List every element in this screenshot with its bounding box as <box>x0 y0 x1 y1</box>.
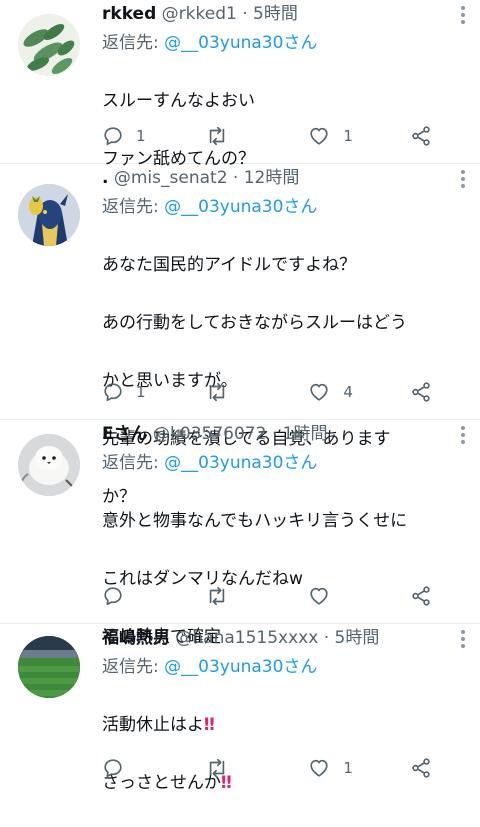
retweet-button[interactable] <box>205 122 277 150</box>
mention-link[interactable]: @__03yuna30さん <box>164 197 317 217</box>
separator: · <box>242 4 248 24</box>
reply-button[interactable]: 1 <box>102 122 174 150</box>
tweet-header: Eさん @k03576072 · 1時間 <box>102 422 462 446</box>
retweet-icon <box>209 586 224 606</box>
reply-prefix: 返信先: <box>102 657 165 677</box>
share-icon <box>412 126 430 146</box>
text-line: あなた国民的アイドルですよね？ <box>102 255 357 275</box>
avatar[interactable] <box>18 184 80 246</box>
reply-prefix: 返信先: <box>102 453 165 473</box>
reply-icon <box>104 587 122 606</box>
share-button[interactable] <box>410 122 432 150</box>
tweet[interactable]: 福嶋熱男 @hana1515xxxx · 5時間 返信先: @__03yuna3… <box>0 624 480 796</box>
action-bar <box>102 582 432 610</box>
share-button[interactable] <box>410 378 432 406</box>
reply-count: 1 <box>136 127 146 145</box>
timestamp[interactable]: 5時間 <box>253 4 298 24</box>
text-line: スルーすんなよおい <box>102 91 255 111</box>
tweet[interactable]: rkked @rkked1 · 5時間 返信先: @__03yuna30さん ス… <box>0 0 480 169</box>
user-handle[interactable]: @k03576072 <box>153 424 266 444</box>
avatar[interactable] <box>18 14 80 76</box>
like-count: 1 <box>343 759 353 777</box>
reply-icon <box>104 383 122 402</box>
reply-prefix: 返信先: <box>102 33 165 53</box>
share-button[interactable] <box>410 754 432 782</box>
like-button[interactable]: 4 <box>307 378 379 406</box>
like-count: 1 <box>343 127 353 145</box>
reply-prefix: 返信先: <box>102 197 165 217</box>
like-icon <box>310 383 328 401</box>
display-name[interactable]: rkked <box>102 4 156 24</box>
separator: · <box>232 168 239 188</box>
share-icon <box>412 758 430 778</box>
user-handle[interactable]: @rkked1 <box>162 4 237 24</box>
more-icon[interactable] <box>460 170 466 191</box>
reply-context: 返信先: @__03yuna30さん <box>102 650 462 684</box>
avatar[interactable] <box>18 636 80 698</box>
share-button[interactable] <box>410 582 432 610</box>
mention-link[interactable]: @__03yuna30さん <box>164 453 317 473</box>
display-name[interactable]: Eさん <box>102 424 148 444</box>
like-button[interactable]: 1 <box>307 122 379 150</box>
share-icon <box>412 586 430 606</box>
like-icon <box>310 759 328 777</box>
separator: · <box>271 424 278 444</box>
reply-button[interactable]: 1 <box>102 378 174 406</box>
more-icon[interactable] <box>460 630 466 651</box>
reply-context: 返信先: @__03yuna30さん <box>102 26 462 60</box>
retweet-icon <box>209 758 224 778</box>
reply-icon <box>104 127 122 146</box>
like-button[interactable] <box>307 582 379 610</box>
tweet[interactable]: Eさん @k03576072 · 1時間 返信先: @__03yuna30さん … <box>0 420 480 647</box>
tweet-header: . @mis_senat2 · 12時間 <box>102 166 462 190</box>
text-line: あの行動をしておきながらスルーはどう <box>102 313 407 333</box>
share-icon <box>412 382 430 402</box>
tweet[interactable]: . @mis_senat2 · 12時間 返信先: @__03yuna30さん … <box>0 164 480 507</box>
action-bar: 1 <box>102 754 432 782</box>
timestamp[interactable]: 1時間 <box>283 424 328 444</box>
tweet-header: rkked @rkked1 · 5時間 <box>102 2 462 26</box>
action-bar: 1 1 <box>102 122 432 150</box>
retweet-button[interactable] <box>205 378 277 406</box>
timestamp[interactable]: 5時間 <box>335 628 380 648</box>
like-icon <box>310 127 328 145</box>
display-name[interactable]: . <box>102 168 108 188</box>
reply-button[interactable] <box>102 582 174 610</box>
mention-link[interactable]: @__03yuna30さん <box>164 33 317 53</box>
like-icon <box>310 587 328 605</box>
text-line: 意外と物事なんでもハッキリ言うくせに <box>102 511 408 531</box>
retweet-icon <box>209 126 224 146</box>
user-handle[interactable]: @hana1515xxxx <box>175 628 318 648</box>
like-button[interactable]: 1 <box>307 754 379 782</box>
tweet-header: 福嶋熱男 @hana1515xxxx · 5時間 <box>102 626 462 650</box>
reply-context: 返信先: @__03yuna30さん <box>102 190 462 224</box>
action-bar: 1 4 <box>102 378 432 406</box>
timestamp[interactable]: 12時間 <box>244 168 300 188</box>
user-handle[interactable]: @mis_senat2 <box>114 168 228 188</box>
reply-icon <box>104 759 122 778</box>
like-count: 4 <box>343 383 353 401</box>
reply-context: 返信先: @__03yuna30さん <box>102 446 462 480</box>
avatar[interactable] <box>18 434 80 496</box>
reply-count: 1 <box>136 383 146 401</box>
display-name[interactable]: 福嶋熱男 <box>102 628 170 648</box>
separator: · <box>323 628 330 648</box>
more-icon[interactable] <box>460 426 466 447</box>
text-line-content: 活動休止はよ <box>102 715 204 735</box>
text-line: 活動休止はよ‼ <box>102 711 462 740</box>
retweet-icon <box>209 382 224 402</box>
more-icon[interactable] <box>460 6 466 27</box>
mention-link[interactable]: @__03yuna30さん <box>164 657 317 677</box>
retweet-button[interactable] <box>205 754 277 782</box>
double-exclamation-emoji: ‼ <box>204 715 215 735</box>
retweet-button[interactable] <box>205 582 277 610</box>
reply-button[interactable] <box>102 754 174 782</box>
